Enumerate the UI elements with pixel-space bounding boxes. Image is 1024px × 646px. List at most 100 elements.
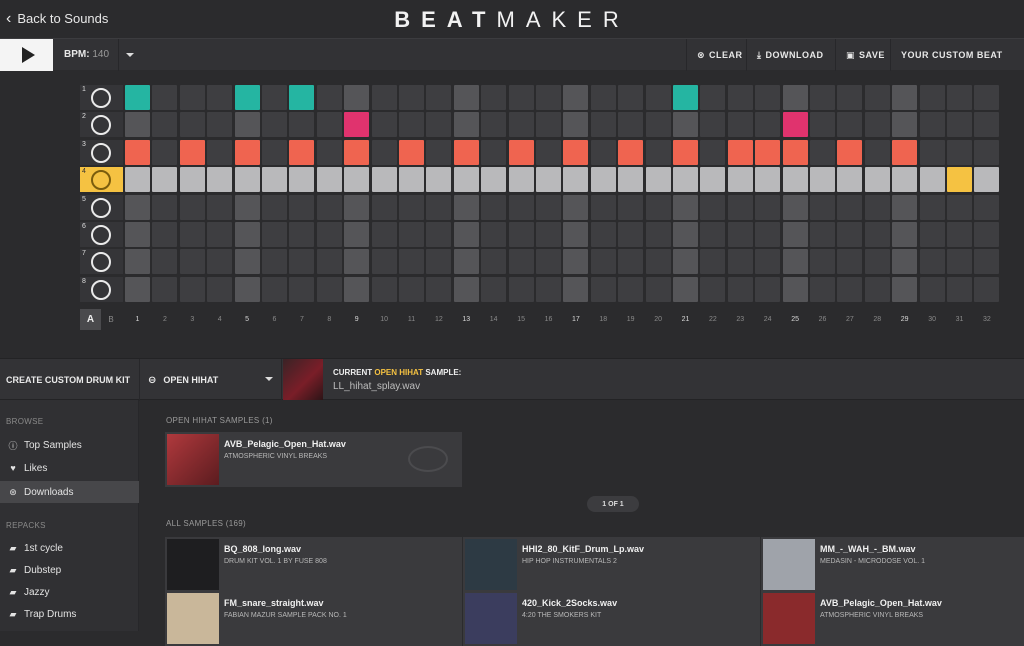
- step-cell-r5-c31[interactable]: [947, 194, 972, 220]
- step-cell-r2-c4[interactable]: [207, 112, 233, 138]
- step-cell-r6-c3[interactable]: [179, 222, 205, 247]
- step-cell-r1-c8[interactable]: [316, 85, 342, 110]
- step-cell-r5-c17[interactable]: [563, 194, 589, 220]
- step-cell-r7-c16[interactable]: [536, 249, 561, 275]
- sample-card[interactable]: HHI2_80_KitF_Drum_Lp.wav HIP HOP INSTRUME…: [463, 537, 760, 592]
- step-cell-r5-c7[interactable]: [289, 194, 315, 220]
- step-cell-r3-c24[interactable]: [755, 139, 781, 165]
- step-cell-r7-c18[interactable]: [590, 249, 616, 275]
- sidebar-item-dubstep[interactable]: ▰ Dubstep: [0, 559, 139, 581]
- step-cell-r4-c23[interactable]: [727, 167, 753, 193]
- step-cell-r3-c20[interactable]: [645, 139, 671, 165]
- step-cell-r8-c2[interactable]: [152, 276, 178, 302]
- row-label-1[interactable]: 1: [80, 85, 123, 110]
- step-cell-r6-c6[interactable]: [262, 222, 287, 247]
- step-cell-r3-c21[interactable]: [673, 139, 698, 165]
- step-cell-r3-c11[interactable]: [399, 139, 424, 165]
- sidebar-item-top-samples[interactable]: ⓘ Top Samples: [0, 434, 139, 456]
- step-cell-r2-c15[interactable]: [508, 112, 534, 138]
- step-cell-r1-c28[interactable]: [864, 85, 890, 110]
- step-cell-r8-c4[interactable]: [207, 276, 233, 302]
- step-cell-r7-c15[interactable]: [508, 249, 534, 275]
- step-cell-r6-c16[interactable]: [536, 222, 561, 247]
- step-cell-r5-c23[interactable]: [727, 194, 753, 220]
- step-cell-r8-c21[interactable]: [673, 276, 698, 302]
- step-cell-r7-c7[interactable]: [289, 249, 315, 275]
- step-cell-r4-c28[interactable]: [864, 167, 890, 193]
- step-cell-r6-c30[interactable]: [919, 222, 945, 247]
- step-cell-r6-c5[interactable]: [234, 222, 260, 247]
- step-cell-r4-c5[interactable]: [234, 167, 260, 193]
- step-cell-r7-c29[interactable]: [892, 249, 918, 275]
- step-cell-r5-c16[interactable]: [536, 194, 561, 220]
- step-cell-r7-c28[interactable]: [864, 249, 890, 275]
- step-cell-r3-c12[interactable]: [426, 139, 452, 165]
- step-cell-r2-c2[interactable]: [152, 112, 178, 138]
- step-cell-r8-c22[interactable]: [700, 276, 726, 302]
- step-cell-r6-c1[interactable]: [125, 222, 150, 247]
- step-cell-r6-c18[interactable]: [590, 222, 616, 247]
- step-cell-r1-c26[interactable]: [810, 85, 835, 110]
- step-cell-r7-c24[interactable]: [755, 249, 781, 275]
- step-cell-r7-c10[interactable]: [371, 249, 397, 275]
- step-cell-r3-c16[interactable]: [536, 139, 561, 165]
- step-cell-r1-c9[interactable]: [344, 85, 370, 110]
- step-cell-r4-c9[interactable]: [344, 167, 370, 193]
- step-cell-r4-c18[interactable]: [590, 167, 616, 193]
- step-cell-r5-c26[interactable]: [810, 194, 835, 220]
- step-cell-r4-c12[interactable]: [426, 167, 452, 193]
- sample-card[interactable]: BQ_808_long.wav DRUM KIT VOL. 1 BY FUSE 8…: [165, 537, 462, 592]
- step-cell-r5-c3[interactable]: [179, 194, 205, 220]
- step-cell-r5-c15[interactable]: [508, 194, 534, 220]
- sidebar-item-trap-drums[interactable]: ▰ Trap Drums: [0, 603, 139, 625]
- step-cell-r6-c26[interactable]: [810, 222, 835, 247]
- step-cell-r1-c14[interactable]: [481, 85, 507, 110]
- step-cell-r6-c28[interactable]: [864, 222, 890, 247]
- step-cell-r6-c22[interactable]: [700, 222, 726, 247]
- row-label-4[interactable]: 4: [80, 167, 123, 193]
- step-cell-r6-c15[interactable]: [508, 222, 534, 247]
- step-cell-r7-c27[interactable]: [837, 249, 863, 275]
- row-label-6[interactable]: 6: [80, 222, 123, 247]
- pagination[interactable]: 1 OF 1: [587, 496, 639, 512]
- sample-card[interactable]: 420_Kick_2Socks.wav 4:20 THE SMOKERS KIT: [463, 591, 760, 646]
- step-cell-r8-c16[interactable]: [536, 276, 561, 302]
- step-cell-r6-c19[interactable]: [618, 222, 644, 247]
- step-cell-r7-c32[interactable]: [974, 249, 1000, 275]
- step-cell-r2-c22[interactable]: [700, 112, 726, 138]
- step-cell-r5-c1[interactable]: [125, 194, 150, 220]
- step-cell-r5-c32[interactable]: [974, 194, 1000, 220]
- step-cell-r2-c7[interactable]: [289, 112, 315, 138]
- step-cell-r8-c11[interactable]: [399, 276, 424, 302]
- step-cell-r4-c22[interactable]: [700, 167, 726, 193]
- step-cell-r2-c11[interactable]: [399, 112, 424, 138]
- step-cell-r5-c14[interactable]: [481, 194, 507, 220]
- step-cell-r3-c23[interactable]: [727, 139, 753, 165]
- step-cell-r1-c3[interactable]: [179, 85, 205, 110]
- step-cell-r4-c7[interactable]: [289, 167, 315, 193]
- step-cell-r7-c2[interactable]: [152, 249, 178, 275]
- step-cell-r3-c19[interactable]: [618, 139, 644, 165]
- step-cell-r1-c27[interactable]: [837, 85, 863, 110]
- step-cell-r1-c29[interactable]: [892, 85, 918, 110]
- step-cell-r2-c14[interactable]: [481, 112, 507, 138]
- step-cell-r5-c10[interactable]: [371, 194, 397, 220]
- step-cell-r8-c20[interactable]: [645, 276, 671, 302]
- step-cell-r4-c16[interactable]: [536, 167, 561, 193]
- step-cell-r3-c26[interactable]: [810, 139, 835, 165]
- step-cell-r8-c8[interactable]: [316, 276, 342, 302]
- step-cell-r1-c24[interactable]: [755, 85, 781, 110]
- step-cell-r8-c9[interactable]: [344, 276, 370, 302]
- sidebar-item-likes[interactable]: ♥ Likes: [0, 457, 139, 479]
- step-cell-r4-c25[interactable]: [782, 167, 808, 193]
- step-cell-r3-c10[interactable]: [371, 139, 397, 165]
- step-cell-r7-c6[interactable]: [262, 249, 287, 275]
- step-cell-r3-c1[interactable]: [125, 139, 150, 165]
- step-cell-r8-c26[interactable]: [810, 276, 835, 302]
- step-cell-r5-c6[interactable]: [262, 194, 287, 220]
- step-cell-r7-c13[interactable]: [453, 249, 479, 275]
- step-cell-r7-c3[interactable]: [179, 249, 205, 275]
- step-cell-r1-c15[interactable]: [508, 85, 534, 110]
- step-cell-r8-c13[interactable]: [453, 276, 479, 302]
- step-cell-r4-c10[interactable]: [371, 167, 397, 193]
